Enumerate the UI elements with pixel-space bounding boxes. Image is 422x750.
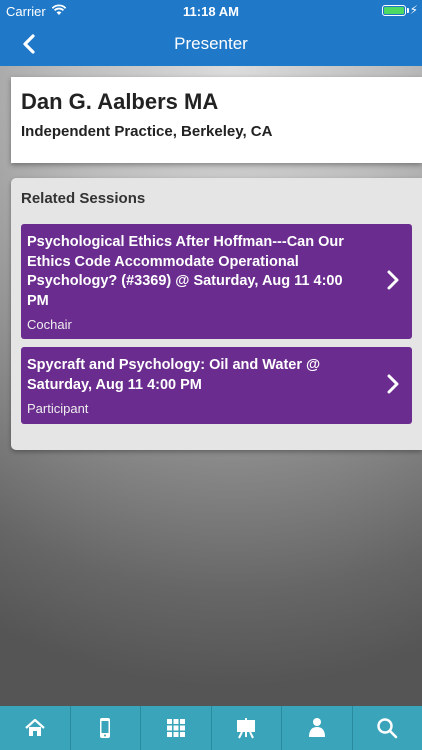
page-title: Presenter [174,34,248,53]
related-sessions-heading: Related Sessions [21,190,146,207]
session-role: Participant [27,401,89,416]
session-item[interactable]: Spycraft and Psychology: Oil and Water @… [21,347,412,424]
tab-search[interactable] [353,706,422,750]
presenter-card: Dan G. Aalbers MA Independent Practice, … [11,77,422,163]
person-icon [308,718,325,737]
charging-bolt-icon: ⚡ [409,3,418,17]
tab-mobile[interactable] [71,706,141,750]
grid-icon [166,719,185,737]
search-icon [377,718,398,739]
chevron-right-icon [387,270,399,290]
presenter-affiliation: Independent Practice, Berkeley, CA [21,123,273,140]
session-role: Cochair [27,317,72,332]
header: Carrier 11:18 AM ⚡ Presenter [0,0,422,66]
session-item[interactable]: Psychological Ethics After Hoffman---Can… [21,224,412,339]
presenter-name: Dan G. Aalbers MA [21,89,219,114]
related-sessions-panel: Related Sessions Psychological Ethics Af… [11,178,422,450]
status-bar: Carrier 11:18 AM ⚡ [0,0,422,22]
tab-presentation[interactable] [212,706,282,750]
session-title: Psychological Ethics After Hoffman---Can… [27,234,344,309]
tab-grid[interactable] [141,706,212,750]
clock: 11:18 AM [183,4,239,19]
session-title: Spycraft and Psychology: Oil and Water @… [27,357,321,393]
mobile-device-icon [100,718,111,738]
navigation-bar: Presenter [0,22,422,66]
tab-bar [0,706,422,750]
tab-home[interactable] [0,706,71,750]
home-icon [25,718,45,736]
tab-person[interactable] [282,706,353,750]
presentation-board-icon [237,718,256,739]
chevron-right-icon [387,374,399,394]
battery-icon [382,5,406,16]
